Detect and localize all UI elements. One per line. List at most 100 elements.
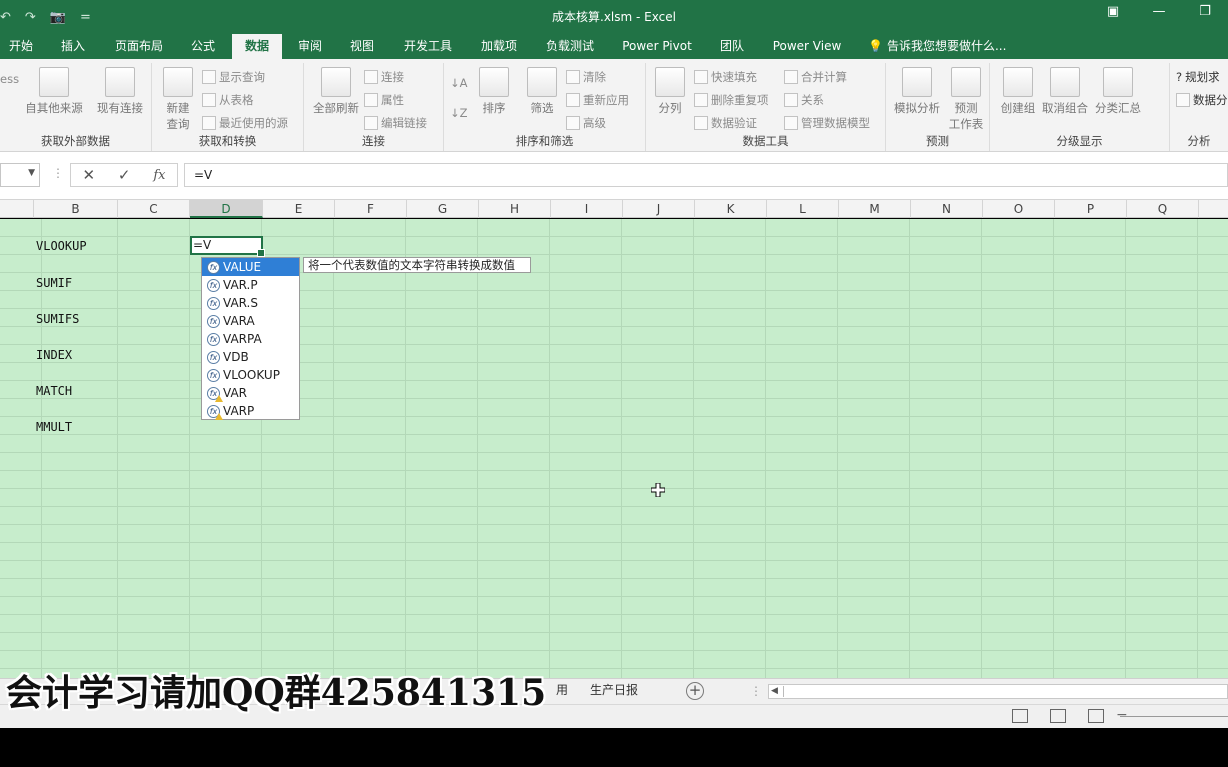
sheet-tab-daily-report[interactable]: 生产日报	[590, 679, 638, 703]
tell-me-box[interactable]: 💡 告诉我您想要做什么...	[868, 34, 1006, 59]
autocomplete-item[interactable]: fx VAR.P	[202, 276, 299, 294]
column-header-j[interactable]: J	[623, 200, 695, 218]
data-validation-button[interactable]: 数据验证	[694, 113, 757, 133]
insert-function-icon[interactable]: fx	[153, 168, 165, 183]
from-access-button[interactable]: ess	[0, 69, 19, 89]
remove-duplicates-button[interactable]: 删除重复项	[694, 90, 769, 110]
autocomplete-item[interactable]: fx VARPA	[202, 330, 299, 348]
ribbon-display-icon[interactable]: ▣	[1090, 4, 1136, 19]
normal-view-icon[interactable]	[1012, 709, 1028, 723]
forecast-sheet-button[interactable]: 预测 工作表	[944, 65, 988, 132]
advanced-filter-button[interactable]: 高级	[566, 113, 606, 133]
cell-b2[interactable]: VLOOKUP	[36, 239, 87, 253]
scrollbar-thumb[interactable]	[783, 686, 1227, 697]
name-box[interactable]: ▼	[0, 163, 40, 187]
cell-b4[interactable]: SUMIF	[36, 276, 72, 290]
autocomplete-item[interactable]: fx VDB	[202, 348, 299, 366]
autocomplete-item[interactable]: fx VAR	[202, 384, 299, 402]
group-button[interactable]: 创建组	[994, 65, 1042, 116]
scroll-left-icon[interactable]: ◀	[771, 686, 778, 696]
tab-review[interactable]: 审阅	[288, 34, 332, 59]
data-analysis-button[interactable]: 数据分	[1176, 90, 1228, 110]
cell-b8[interactable]: INDEX	[36, 348, 72, 362]
cell-b12[interactable]: MMULT	[36, 420, 72, 434]
ungroup-button[interactable]: 取消组合	[1036, 65, 1094, 116]
tab-developer[interactable]: 开发工具	[394, 34, 462, 59]
add-sheet-icon[interactable]: +	[686, 682, 704, 700]
column-header-e[interactable]: E	[263, 200, 335, 218]
what-if-analysis-button[interactable]: 模拟分析	[888, 65, 946, 116]
page-layout-view-icon[interactable]	[1050, 709, 1066, 723]
tab-data[interactable]: 数据	[232, 34, 282, 59]
active-cell-d2[interactable]: =V	[190, 236, 265, 257]
column-header-o[interactable]: O	[983, 200, 1055, 218]
sort-desc-button[interactable]: ↓Z	[450, 103, 468, 123]
tab-power-pivot[interactable]: Power Pivot	[614, 34, 700, 59]
tab-home[interactable]: 开始	[0, 34, 42, 59]
connections-button[interactable]: 连接	[364, 67, 404, 87]
reapply-button[interactable]: 重新应用	[566, 90, 629, 110]
autocomplete-item[interactable]: fx VARP	[202, 402, 299, 420]
tab-addins[interactable]: 加载项	[470, 34, 528, 59]
column-header-p[interactable]: P	[1055, 200, 1127, 218]
consolidate-button[interactable]: 合并计算	[784, 67, 847, 87]
column-header-a[interactable]	[0, 200, 34, 218]
autocomplete-item[interactable]: fx VLOOKUP	[202, 366, 299, 384]
worksheet-grid[interactable]	[0, 219, 1228, 678]
from-other-sources-button[interactable]: 自其他来源	[22, 65, 86, 116]
cell-b6[interactable]: SUMIFS	[36, 312, 79, 326]
show-queries-button[interactable]: 显示查询	[202, 67, 265, 87]
column-header-f[interactable]: F	[335, 200, 407, 218]
autocomplete-item[interactable]: fx VALUE	[202, 258, 299, 276]
restore-button[interactable]: ❐	[1182, 4, 1228, 19]
cell-b10[interactable]: MATCH	[36, 384, 72, 398]
sheet-tab-partial[interactable]: 用	[556, 679, 568, 703]
formula-input[interactable]: =V	[184, 163, 1228, 187]
autocomplete-item[interactable]: fx VAR.S	[202, 294, 299, 312]
horizontal-scrollbar[interactable]: ◀	[768, 684, 1228, 699]
autocomplete-item[interactable]: fx VARA	[202, 312, 299, 330]
sort-button[interactable]: 排序	[474, 65, 514, 116]
column-header-c[interactable]: C	[118, 200, 190, 218]
column-header-m[interactable]: M	[839, 200, 911, 218]
existing-connections-button[interactable]: 现有连接	[92, 65, 148, 116]
column-header-k[interactable]: K	[695, 200, 767, 218]
tab-page-layout[interactable]: 页面布局	[104, 34, 174, 59]
tab-load-test[interactable]: 负载测试	[536, 34, 604, 59]
column-header-i[interactable]: I	[551, 200, 623, 218]
sort-asc-button[interactable]: ↓A	[450, 73, 468, 93]
tab-view[interactable]: 视图	[340, 34, 384, 59]
column-header-g[interactable]: G	[407, 200, 479, 218]
relationships-button[interactable]: 关系	[784, 90, 824, 110]
manage-data-model-button[interactable]: 管理数据模型	[784, 113, 870, 133]
column-header-q[interactable]: Q	[1127, 200, 1199, 218]
filter-button[interactable]: 筛选	[522, 65, 562, 116]
column-header-d[interactable]: D	[190, 200, 263, 218]
text-to-columns-button[interactable]: 分列	[648, 65, 692, 116]
column-header-b[interactable]: B	[34, 200, 118, 218]
from-table-button[interactable]: 从表格	[202, 90, 254, 110]
subtotal-button[interactable]: 分类汇总	[1090, 65, 1146, 116]
column-header-l[interactable]: L	[767, 200, 839, 218]
flash-fill-button[interactable]: 快速填充	[694, 67, 757, 87]
page-break-view-icon[interactable]	[1088, 709, 1104, 723]
properties-button[interactable]: 属性	[364, 90, 404, 110]
edit-links-button[interactable]: 编辑链接	[364, 113, 427, 133]
clear-filter-button[interactable]: 清除	[566, 67, 606, 87]
minimize-button[interactable]: —	[1136, 4, 1182, 19]
zoom-slider[interactable]	[1120, 716, 1228, 717]
column-header-n[interactable]: N	[911, 200, 983, 218]
tab-power-view[interactable]: Power View	[764, 34, 850, 59]
refresh-all-button[interactable]: 全部刷新	[308, 65, 364, 116]
new-query-button[interactable]: 新建 查询	[156, 65, 200, 132]
column-header-h[interactable]: H	[479, 200, 551, 218]
enter-icon[interactable]: ✓	[118, 166, 131, 184]
recent-sources-button[interactable]: 最近使用的源	[202, 113, 288, 133]
solver-button[interactable]: ? 规划求	[1176, 67, 1220, 87]
tab-insert[interactable]: 插入	[50, 34, 96, 59]
zoom-out-icon[interactable]: −	[1116, 707, 1128, 723]
tab-team[interactable]: 团队	[710, 34, 754, 59]
chevron-down-icon[interactable]: ▼	[28, 168, 35, 178]
cancel-icon[interactable]: ✕	[82, 166, 95, 184]
tab-formulas[interactable]: 公式	[180, 34, 226, 59]
